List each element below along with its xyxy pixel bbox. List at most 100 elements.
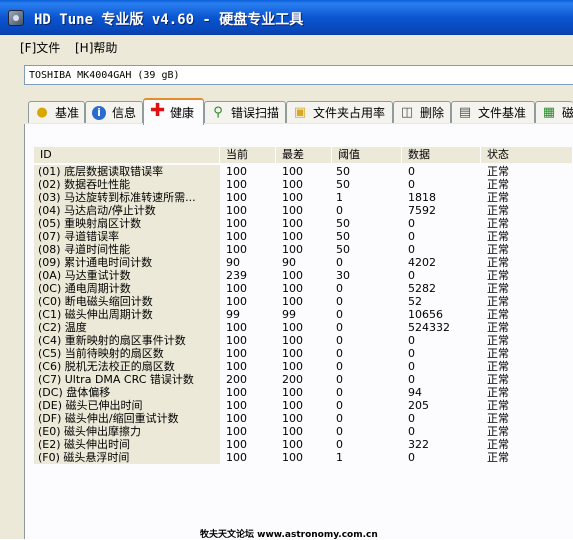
worst-cell: 90 — [282, 256, 296, 269]
status-cell: 正常 — [487, 321, 509, 334]
table-row[interactable]: (01) 底层数据读取错误率 100 100 50 0 正常 — [34, 165, 573, 178]
data-cell: 0 — [408, 334, 415, 347]
table-row[interactable]: (C2) 温度 100 100 0 524332 正常 — [34, 321, 573, 334]
worst-cell: 100 — [282, 217, 303, 230]
tab-file-benchmark[interactable]: ▤ 文件基准 — [451, 101, 535, 123]
table-row[interactable]: (DE) 磁头已伸出时间 100 100 0 205 正常 — [34, 399, 573, 412]
threshold-cell: 0 — [336, 282, 343, 295]
menu-help[interactable]: [H]帮助 — [75, 39, 117, 56]
worst-cell: 100 — [282, 347, 303, 360]
table-row[interactable]: (C1) 磁头伸出周期计数 99 99 0 10656 正常 — [34, 308, 573, 321]
table-row[interactable]: (C6) 脱机无法校正的扇区数 100 100 0 0 正常 — [34, 360, 573, 373]
table-row[interactable]: (F0) 磁头悬浮时间 100 100 1 0 正常 — [34, 451, 573, 464]
status-cell: 正常 — [487, 399, 509, 412]
attribute-name-cell: (01) 底层数据读取错误率 — [34, 165, 220, 178]
table-row[interactable]: (08) 寻道时间性能 100 100 50 0 正常 — [34, 243, 573, 256]
attribute-name: (DE) 磁头已伸出时间 — [38, 399, 143, 412]
table-row[interactable]: (C4) 重新映射的扇区事件计数 100 100 0 0 正常 — [34, 334, 573, 347]
status-cell: 正常 — [487, 360, 509, 373]
attribute-name: (01) 底层数据读取错误率 — [38, 165, 164, 178]
table-row[interactable]: (05) 重映射扇区计数 100 100 50 0 正常 — [34, 217, 573, 230]
current-cell: 100 — [226, 451, 247, 464]
column-header-worst[interactable]: 最差 — [276, 147, 332, 163]
status-cell: 正常 — [487, 347, 509, 360]
column-header-data[interactable]: 数据 — [402, 147, 481, 163]
threshold-cell: 0 — [336, 321, 343, 334]
tab-benchmark[interactable]: ● 基准 — [28, 101, 85, 123]
attribute-name-cell: (C7) Ultra DMA CRC 错误计数 — [34, 373, 220, 386]
info-icon: i — [92, 106, 106, 120]
column-header-id[interactable]: ID — [34, 147, 220, 163]
threshold-cell: 0 — [336, 373, 343, 386]
attribute-name-cell: (0C) 通电周期计数 — [34, 282, 220, 295]
current-cell: 100 — [226, 412, 247, 425]
current-cell: 239 — [226, 269, 247, 282]
table-row[interactable]: (C5) 当前待映射的扇区数 100 100 0 0 正常 — [34, 347, 573, 360]
data-cell: 524332 — [408, 321, 450, 334]
tab-health[interactable]: ✚ 健康 — [143, 98, 204, 125]
table-row[interactable]: (DF) 磁头伸出/缩回重试计数 100 100 0 0 正常 — [34, 412, 573, 425]
attribute-name-cell: (05) 重映射扇区计数 — [34, 217, 220, 230]
data-cell: 0 — [408, 360, 415, 373]
table-row[interactable]: (09) 累计通电时间计数 90 90 0 4202 正常 — [34, 256, 573, 269]
table-row[interactable]: (0C) 通电周期计数 100 100 0 5282 正常 — [34, 282, 573, 295]
column-header-current[interactable]: 当前 — [220, 147, 276, 163]
current-cell: 100 — [226, 425, 247, 438]
threshold-cell: 0 — [336, 360, 343, 373]
table-row[interactable]: (C0) 断电磁头缩回计数 100 100 0 52 正常 — [34, 295, 573, 308]
header-label: ID — [40, 148, 52, 161]
table-row[interactable]: (03) 马达旋转到标准转速所需... 100 100 1 1818 正常 — [34, 191, 573, 204]
file-benchmark-icon: ▤ — [458, 105, 472, 120]
attribute-name-cell: (07) 寻道错误率 — [34, 230, 220, 243]
hdtune-app-icon[interactable] — [8, 10, 24, 26]
data-cell: 205 — [408, 399, 429, 412]
attribute-name-cell: (E2) 磁头伸出时间 — [34, 438, 220, 451]
attribute-name: (C2) 温度 — [38, 321, 87, 334]
tab-erase[interactable]: ◫ 删除 — [393, 101, 451, 123]
data-cell: 0 — [408, 412, 415, 425]
worst-cell: 99 — [282, 308, 296, 321]
left-margin — [0, 97, 24, 539]
tab-label: 文件基准 — [478, 106, 527, 120]
tab-label: 健康 — [170, 106, 195, 120]
data-cell: 0 — [408, 165, 415, 178]
tab-label: 磁 — [562, 106, 573, 120]
worst-cell: 100 — [282, 360, 303, 373]
menu-file[interactable]: [F]文件 — [20, 39, 60, 56]
current-cell: 100 — [226, 243, 247, 256]
tab-folder-usage[interactable]: ▣ 文件夹占用率 — [286, 101, 393, 123]
threshold-cell: 0 — [336, 308, 343, 321]
table-row[interactable]: (02) 数据吞吐性能 100 100 50 0 正常 — [34, 178, 573, 191]
disk-monitor-icon: ▦ — [542, 105, 556, 120]
folder-icon: ▣ — [293, 105, 307, 120]
data-cell: 0 — [408, 425, 415, 438]
table-row[interactable]: (0A) 马达重试计数 239 100 30 0 正常 — [34, 269, 573, 282]
column-header-status[interactable]: 状态 — [481, 147, 573, 163]
threshold-cell: 1 — [336, 191, 343, 204]
attribute-name: (C5) 当前待映射的扇区数 — [38, 347, 164, 360]
table-row[interactable]: (E0) 磁头伸出摩擦力 100 100 0 0 正常 — [34, 425, 573, 438]
tab-error-scan[interactable]: ⚲ 错误扫描 — [204, 101, 286, 123]
drive-select[interactable]: TOSHIBA MK4004GAH (39 gB) — [24, 65, 573, 85]
table-row[interactable]: (04) 马达启动/停止计数 100 100 0 7592 正常 — [34, 204, 573, 217]
worst-cell: 100 — [282, 321, 303, 334]
attribute-name: (05) 重映射扇区计数 — [38, 217, 142, 230]
table-row[interactable]: (C7) Ultra DMA CRC 错误计数 200 200 0 0 正常 — [34, 373, 573, 386]
status-cell: 正常 — [487, 386, 509, 399]
tab-disk-monitor[interactable]: ▦ 磁 — [535, 101, 573, 123]
worst-cell: 100 — [282, 282, 303, 295]
attribute-name: (C4) 重新映射的扇区事件计数 — [38, 334, 186, 347]
data-cell: 0 — [408, 451, 415, 464]
attribute-name: (DC) 盘体偏移 — [38, 386, 111, 399]
worst-cell: 100 — [282, 412, 303, 425]
table-row[interactable]: (07) 寻道错误率 100 100 50 0 正常 — [34, 230, 573, 243]
table-row[interactable]: (DC) 盘体偏移 100 100 0 94 正常 — [34, 386, 573, 399]
column-header-threshold[interactable]: 阈值 — [332, 147, 402, 163]
threshold-cell: 0 — [336, 386, 343, 399]
tab-info[interactable]: i 信息 — [85, 101, 143, 123]
attribute-name-cell: (C6) 脱机无法校正的扇区数 — [34, 360, 220, 373]
attribute-name-cell: (03) 马达旋转到标准转速所需... — [34, 191, 220, 204]
attribute-name-cell: (04) 马达启动/停止计数 — [34, 204, 220, 217]
table-row[interactable]: (E2) 磁头伸出时间 100 100 0 322 正常 — [34, 438, 573, 451]
threshold-cell: 0 — [336, 412, 343, 425]
